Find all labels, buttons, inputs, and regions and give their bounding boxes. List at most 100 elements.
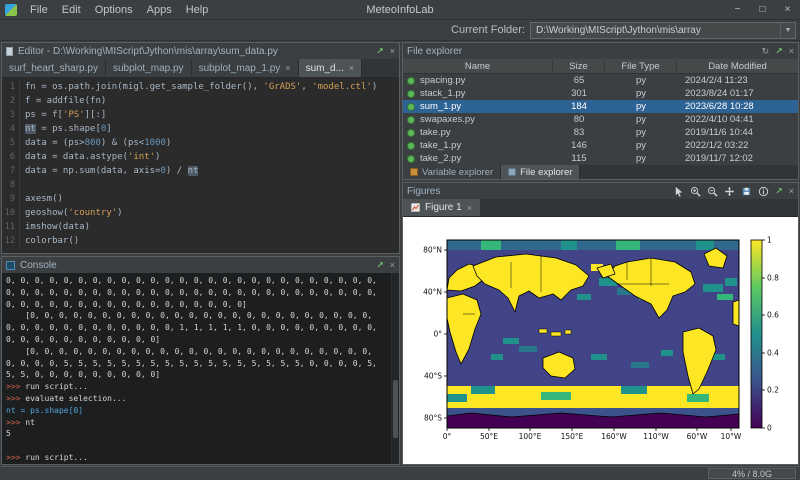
- file-row[interactable]: take.py83py2019/11/6 10:44: [403, 126, 798, 139]
- column-header-name[interactable]: Name: [403, 59, 553, 73]
- menu-apps[interactable]: Apps: [140, 3, 179, 17]
- file-row[interactable]: take_2.py115py2019/11/7 12:02: [403, 152, 798, 165]
- editor-tabs: surf_heart_sharp.pysubplot_map.pysubplot…: [2, 59, 399, 78]
- pan-icon[interactable]: [724, 186, 735, 197]
- code-line: 1fn = os.path.join(migl.get_sample_folde…: [2, 80, 399, 94]
- file-row[interactable]: swapaxes.py80py2022/4/10 04:41: [403, 113, 798, 126]
- file-modified: 2019/11/6 10:44: [677, 127, 798, 138]
- line-number: 7: [2, 164, 20, 178]
- pointer-icon[interactable]: [673, 186, 684, 197]
- line-number: 11: [2, 220, 20, 234]
- code-area[interactable]: 1fn = os.path.join(migl.get_sample_folde…: [2, 78, 399, 253]
- zoom-in-icon[interactable]: [690, 186, 701, 197]
- console-line: 0, 0, 0, 0, 0, 0, 0, 0, 0, 0, 0, 0, 0, 0…: [6, 275, 389, 287]
- file-row[interactable]: take_1.py146py2022/1/2 03:22: [403, 139, 798, 152]
- info-icon[interactable]: [758, 186, 769, 197]
- python-file-icon: [407, 90, 415, 98]
- current-folder-value[interactable]: D:\Working\MIScript\Jython\mis\array: [531, 25, 780, 36]
- line-number: 2: [2, 94, 20, 108]
- file-modified: 2022/4/10 04:41: [677, 114, 798, 125]
- console-line: 0, 0, 0, 0, 0, 0, 0, 0, 0, 0, 0, 0, 1, 1…: [6, 322, 389, 334]
- figures-close-icon[interactable]: ×: [789, 187, 794, 196]
- python-file-icon: [407, 103, 415, 111]
- island-shape: [565, 330, 571, 334]
- close-icon[interactable]: ×: [775, 4, 800, 15]
- console-close-icon[interactable]: ×: [390, 261, 395, 270]
- file-size: 146: [553, 140, 605, 151]
- figures-maximize-icon[interactable]: ↗: [775, 187, 783, 196]
- tab-close-icon[interactable]: ×: [285, 63, 290, 73]
- figure-canvas[interactable]: 0° 50°E 100°E 150°E 160°W 110°W 60°W 10°…: [411, 234, 791, 448]
- current-folder-combo[interactable]: D:\Working\MIScript\Jython\mis\array ▼: [530, 22, 796, 39]
- file-size: 184: [553, 101, 605, 112]
- editor-tab[interactable]: sum_d...×: [299, 59, 363, 77]
- zoom-out-icon[interactable]: [707, 186, 718, 197]
- file-modified: 2022/1/2 03:22: [677, 140, 798, 151]
- editor-maximize-icon[interactable]: ↗: [376, 47, 384, 56]
- file-explorer-maximize-icon[interactable]: ↗: [775, 47, 783, 56]
- editor-tab[interactable]: surf_heart_sharp.py: [2, 59, 106, 77]
- y-axis-labels: 80°N 40°N 0° 40°S 80°S: [423, 245, 442, 422]
- west-africa-shape: [733, 300, 739, 326]
- console-line: 5: [6, 428, 389, 440]
- figure-tab-close-icon[interactable]: ×: [467, 203, 472, 213]
- column-header-size[interactable]: Size: [553, 59, 605, 73]
- code-line: 5data = (ps>800) & (ps<1000): [2, 136, 399, 150]
- editor-tab-label: subplot_map_1.py: [199, 63, 281, 74]
- line-number: 9: [2, 192, 20, 206]
- memory-indicator: 4% / 8.0G: [708, 468, 796, 479]
- figures-panel: Figures ↗ × Figure 1 ×: [402, 182, 799, 465]
- python-file-icon: [407, 142, 415, 150]
- colorbar-tick-label: 0: [767, 423, 772, 432]
- console-scrollbar[interactable]: [391, 273, 399, 464]
- python-file-icon: [407, 129, 415, 137]
- console-line: 0, 0, 0, 0, 0, 0, 0, 0, 0, 0, 0, 0, 0, 0…: [6, 299, 389, 311]
- menu-edit[interactable]: Edit: [55, 3, 88, 17]
- colorbar-ticks: [762, 240, 765, 428]
- save-icon[interactable]: [741, 186, 752, 197]
- map-plot: [447, 240, 739, 428]
- file-name: take_1.py: [403, 140, 553, 151]
- file-row[interactable]: sum_1.py184py2023/6/28 10:28: [403, 100, 798, 113]
- tab-variable-explorer[interactable]: Variable explorer: [403, 165, 501, 179]
- file-explorer-close-icon[interactable]: ×: [789, 47, 794, 56]
- column-header-file-type[interactable]: File Type: [605, 59, 677, 73]
- file-row[interactable]: spacing.py65py2024/2/4 11:23: [403, 74, 798, 87]
- menu-bar: FileEditOptionsAppsHelp: [23, 3, 215, 17]
- editor-close-icon[interactable]: ×: [390, 47, 395, 56]
- figures-title: Figures: [407, 186, 440, 197]
- dropdown-arrow-icon[interactable]: ▼: [780, 23, 795, 38]
- tab-file-explorer[interactable]: File explorer: [501, 165, 580, 179]
- editor-panel: Editor - D:\Working\MIScript\Jython\mis\…: [1, 42, 400, 254]
- console-output[interactable]: 0, 0, 0, 0, 0, 0, 0, 0, 0, 0, 0, 0, 0, 0…: [2, 273, 399, 464]
- file-row[interactable]: stack_1.py301py2023/8/24 01:17: [403, 87, 798, 100]
- file-type: py: [605, 75, 677, 86]
- y-tick-label: 80°N: [423, 245, 442, 254]
- code-line: 9axesm(): [2, 192, 399, 206]
- file-modified: 2023/8/24 01:17: [677, 88, 798, 99]
- editor-tab[interactable]: subplot_map_1.py ×: [192, 59, 299, 77]
- menu-help[interactable]: Help: [179, 3, 216, 17]
- explorer-bottom-tabs: Variable explorerFile explorer: [403, 165, 798, 179]
- file-size: 80: [553, 114, 605, 125]
- menu-file[interactable]: File: [23, 3, 55, 17]
- file-columns: NameSizeFile TypeDate Modified: [403, 59, 798, 74]
- console-line: >>> run script...: [6, 452, 389, 464]
- tab-close-icon[interactable]: ×: [349, 63, 354, 73]
- file-rows: spacing.py65py2024/2/4 11:23stack_1.py30…: [403, 74, 798, 165]
- code-text: data = np.sum(data, axis=0) / nt: [20, 164, 198, 178]
- console-scrollbar-thumb[interactable]: [393, 380, 398, 438]
- x-tick-label: 150°E: [560, 432, 583, 441]
- maximize-icon[interactable]: □: [750, 4, 775, 15]
- x-tick-label: 60°W: [686, 432, 707, 441]
- column-header-date-modified[interactable]: Date Modified: [677, 59, 798, 73]
- figure-tab[interactable]: Figure 1 ×: [403, 199, 480, 216]
- folder-toolbar: Current Folder: D:\Working\MIScript\Jyth…: [0, 20, 800, 41]
- editor-tab[interactable]: subplot_map.py: [106, 59, 192, 77]
- minimize-icon[interactable]: −: [725, 4, 750, 15]
- menu-options[interactable]: Options: [88, 3, 140, 17]
- refresh-icon[interactable]: ↻: [762, 47, 770, 56]
- console-maximize-icon[interactable]: ↗: [376, 261, 384, 270]
- left-column: Editor - D:\Working\MIScript\Jython\mis\…: [0, 41, 401, 466]
- colorbar: [751, 240, 762, 428]
